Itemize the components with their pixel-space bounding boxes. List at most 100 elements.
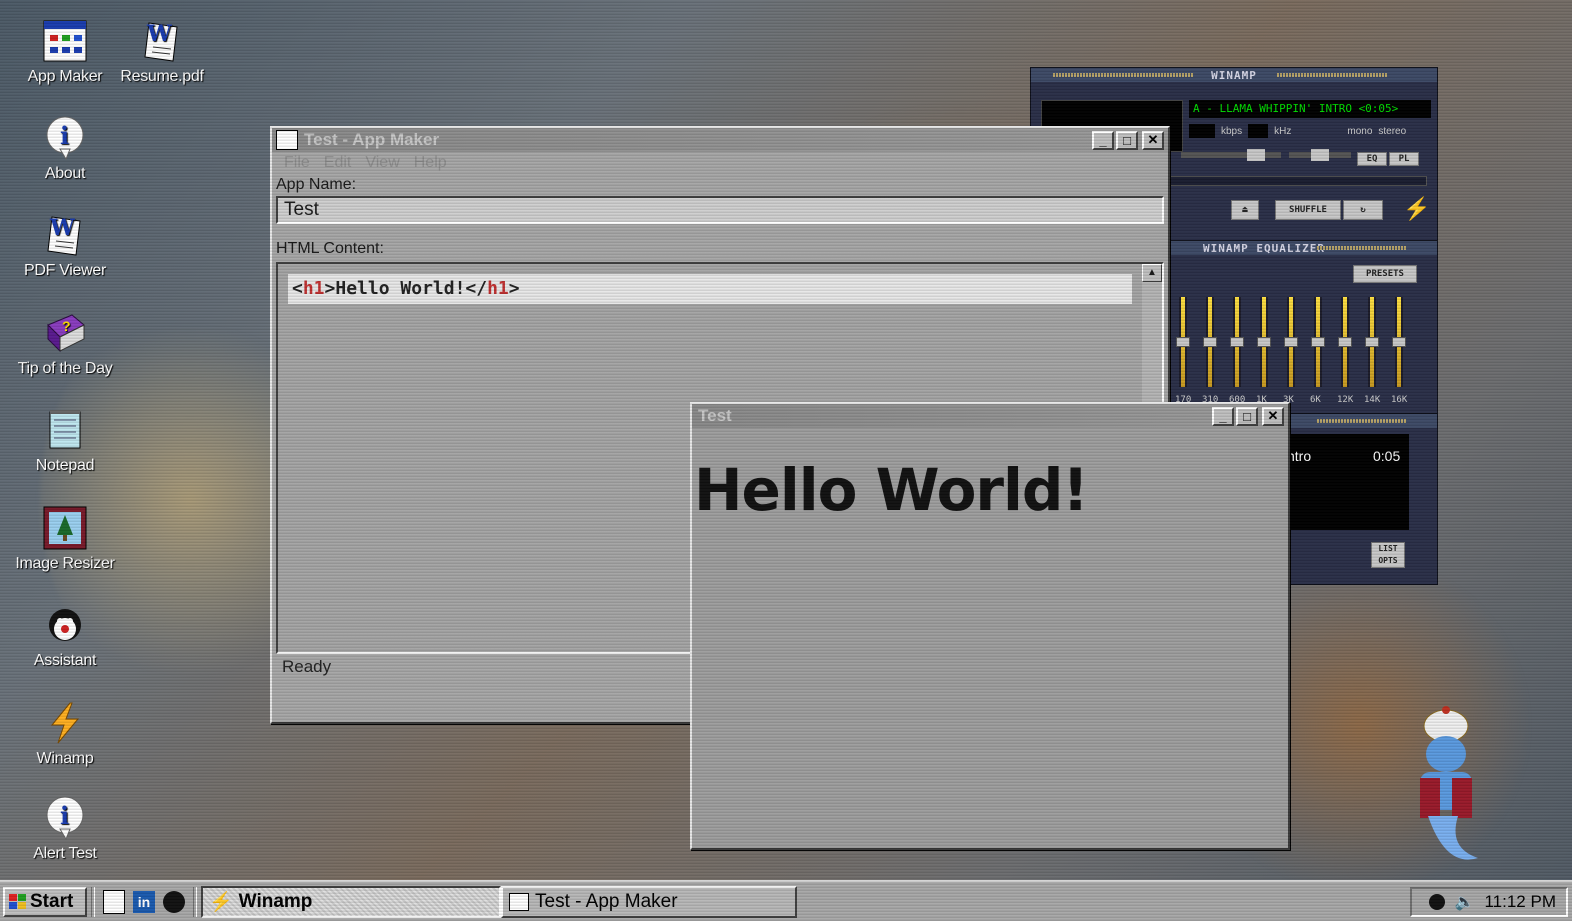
icon-label: Resume.pdf bbox=[120, 68, 204, 85]
eq-band-slider[interactable] bbox=[1257, 297, 1271, 387]
info-icon: i bbox=[42, 115, 88, 161]
quicklaunch-github-icon[interactable] bbox=[163, 890, 185, 913]
info-icon: i bbox=[42, 795, 88, 841]
winamp-shuffle-button[interactable]: SHUFFLE bbox=[1275, 200, 1341, 220]
eq-band-label: 12K bbox=[1337, 395, 1354, 405]
eq-band-knob[interactable] bbox=[1311, 337, 1325, 347]
system-tray: 🔈 11:12 PM bbox=[1410, 886, 1568, 917]
word-document-icon: W bbox=[42, 212, 88, 258]
desktop-icon-about[interactable]: i About bbox=[10, 115, 120, 183]
desktop-icon-pdf-viewer[interactable]: W PDF Viewer bbox=[10, 212, 120, 280]
icon-label: Notepad bbox=[35, 457, 95, 474]
desktop-icon-notepad[interactable]: Notepad bbox=[10, 407, 120, 475]
menu-file[interactable]: File bbox=[284, 154, 310, 172]
quicklaunch-linkedin-icon[interactable]: in bbox=[133, 890, 155, 913]
minimize-button[interactable]: _ bbox=[1212, 406, 1234, 426]
kbps-label: kbps bbox=[1221, 125, 1243, 137]
icon-label: About bbox=[44, 165, 86, 182]
maximize-button[interactable]: □ bbox=[1116, 130, 1138, 150]
eq-band-slider[interactable] bbox=[1392, 297, 1406, 387]
winamp-pl-button[interactable]: PL bbox=[1389, 152, 1419, 166]
menu-view[interactable]: View bbox=[365, 154, 399, 172]
eq-band-knob[interactable] bbox=[1284, 337, 1298, 347]
desktop-icon-winamp[interactable]: Winamp bbox=[10, 700, 120, 768]
winamp-logo-icon[interactable]: ⚡ bbox=[1403, 196, 1430, 222]
start-button[interactable]: Start bbox=[3, 886, 87, 917]
winamp-eq-button[interactable]: EQ bbox=[1357, 152, 1387, 166]
equalizer-title: WINAMP EQUALIZER bbox=[1199, 241, 1329, 255]
khz-label: kHz bbox=[1274, 125, 1292, 137]
eq-band-knob[interactable] bbox=[1392, 337, 1406, 347]
playlist-track[interactable]: ntro bbox=[1287, 448, 1311, 464]
assistant-tray-icon[interactable] bbox=[1428, 893, 1445, 910]
app-maker-titlebar[interactable]: Test - App Maker _ □ ✕ bbox=[272, 128, 1168, 152]
desktop-icon-app-maker[interactable]: App Maker bbox=[10, 18, 120, 86]
minimize-button[interactable]: _ bbox=[1092, 130, 1114, 150]
eq-band-knob[interactable] bbox=[1257, 337, 1271, 347]
eq-band-knob[interactable] bbox=[1230, 337, 1244, 347]
taskbar-separator bbox=[193, 886, 197, 917]
app-name-input[interactable]: Test bbox=[276, 196, 1164, 224]
clock[interactable]: 11:12 PM bbox=[1484, 892, 1556, 912]
preview-window[interactable]: Test _ □ ✕ Hello World! bbox=[690, 402, 1290, 850]
winamp-eject-button[interactable]: ⏏ bbox=[1231, 200, 1259, 220]
task-label: Test - App Maker bbox=[535, 890, 678, 912]
assistant-icon bbox=[42, 602, 88, 648]
taskbar-item-app-maker[interactable]: Test - App Maker bbox=[501, 885, 797, 918]
scroll-up-button[interactable]: ▲ bbox=[1142, 264, 1162, 282]
eq-band-knob[interactable] bbox=[1176, 337, 1190, 347]
menu-edit[interactable]: Edit bbox=[324, 154, 352, 172]
winamp-repeat-button[interactable]: ↻ bbox=[1343, 200, 1383, 220]
eq-band-slider[interactable] bbox=[1365, 297, 1379, 387]
eq-band-slider[interactable] bbox=[1176, 297, 1190, 387]
icon-label: PDF Viewer bbox=[23, 262, 107, 279]
menu-help[interactable]: Help bbox=[414, 154, 447, 172]
code-line[interactable]: <h1>Hello World!</h1> bbox=[288, 274, 1132, 304]
desktop-icon-assistant[interactable]: Assistant bbox=[10, 602, 120, 670]
mono-label: mono bbox=[1347, 125, 1373, 137]
eq-band-knob[interactable] bbox=[1338, 337, 1352, 347]
preview-titlebar[interactable]: Test _ □ ✕ bbox=[692, 404, 1288, 428]
eq-band-slider[interactable] bbox=[1338, 297, 1352, 387]
eq-band-slider[interactable] bbox=[1230, 297, 1244, 387]
desktop-icon-resume[interactable]: W Resume.pdf bbox=[107, 18, 217, 86]
winamp-balance-slider[interactable] bbox=[1289, 149, 1351, 161]
stereo-label: stereo bbox=[1378, 125, 1407, 137]
desktop-icon-tip-of-the-day[interactable]: ? Tip of the Day bbox=[10, 310, 120, 378]
playlist-time: 0:05 bbox=[1373, 448, 1401, 464]
maximize-button[interactable]: □ bbox=[1236, 406, 1258, 426]
app-name-label: App Name: bbox=[276, 176, 357, 193]
close-button[interactable]: ✕ bbox=[1262, 406, 1284, 426]
eq-band-slider[interactable] bbox=[1203, 297, 1217, 387]
quicklaunch-notepad-icon[interactable] bbox=[103, 889, 125, 914]
eq-band-knob[interactable] bbox=[1203, 337, 1217, 347]
preview-heading: Hello World! bbox=[694, 456, 1089, 524]
app-maker-icon bbox=[276, 130, 298, 150]
winamp-titlebar[interactable]: WINAMP bbox=[1031, 68, 1437, 82]
word-document-icon: W bbox=[139, 18, 185, 64]
equalizer-bands: 170 310 600 1K 3K 6K 12K 14K 16K bbox=[1171, 297, 1431, 409]
eq-band-slider[interactable] bbox=[1284, 297, 1298, 387]
eq-band-slider[interactable] bbox=[1311, 297, 1325, 387]
icon-label: Alert Test bbox=[33, 845, 97, 862]
html-content-label: HTML Content: bbox=[276, 240, 384, 257]
taskbar-separator bbox=[91, 886, 95, 917]
icon-label: Winamp bbox=[36, 750, 94, 767]
volume-icon[interactable]: 🔈 bbox=[1455, 892, 1475, 912]
genie-assistant[interactable] bbox=[1398, 698, 1494, 874]
close-button[interactable]: ✕ bbox=[1142, 130, 1164, 150]
winamp-title: WINAMP bbox=[1207, 68, 1261, 82]
list-opts-button[interactable]: LIST OPTS bbox=[1371, 542, 1405, 568]
presets-button[interactable]: PRESETS bbox=[1353, 265, 1417, 283]
svg-text:W: W bbox=[49, 215, 75, 241]
winamp-track-marquee: A - LLAMA WHIPPIN' INTRO <0:05> bbox=[1189, 100, 1431, 118]
eq-band-knob[interactable] bbox=[1365, 337, 1379, 347]
winamp-volume-slider[interactable] bbox=[1181, 149, 1281, 161]
taskbar-item-winamp[interactable]: ⚡ Winamp bbox=[201, 885, 501, 918]
winamp-icon bbox=[42, 700, 88, 746]
task-label: Winamp bbox=[238, 890, 313, 912]
desktop-icon-alert-test[interactable]: i Alert Test bbox=[10, 795, 120, 863]
code-bracket: > bbox=[508, 278, 520, 299]
desktop-icon-image-resizer[interactable]: Image Resizer bbox=[10, 505, 120, 573]
taskbar: Start in ⚡ Winamp Test - App Maker 🔈 11:… bbox=[0, 880, 1572, 921]
